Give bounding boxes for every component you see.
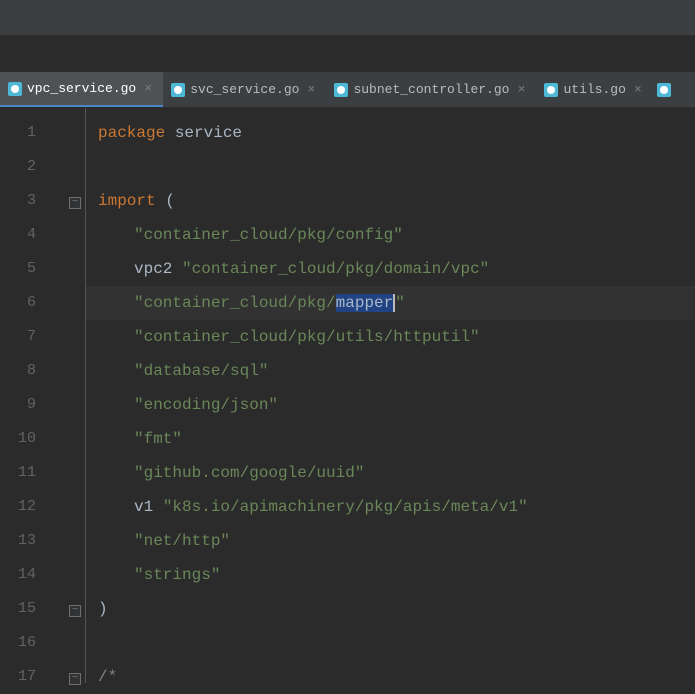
- code-line: ): [86, 592, 695, 626]
- line-number: 4: [0, 218, 50, 252]
- fold-gutter: − − −: [50, 108, 86, 683]
- tab-label: utils.go: [563, 82, 625, 97]
- line-number: 14: [0, 558, 50, 592]
- text-selection: mapper: [336, 294, 396, 312]
- tab-bar: vpc_service.go × svc_service.go × subnet…: [0, 72, 695, 108]
- line-number: 8: [0, 354, 50, 388]
- code-line: "container_cloud/pkg/config": [86, 218, 695, 252]
- tab-vpc-service[interactable]: vpc_service.go ×: [0, 72, 163, 107]
- line-number: 10: [0, 422, 50, 456]
- code-line: "container_cloud/pkg/utils/httputil": [86, 320, 695, 354]
- line-number: 12: [0, 490, 50, 524]
- fold-toggle-icon[interactable]: −: [69, 673, 81, 685]
- line-number: 6: [0, 286, 50, 320]
- line-number: 13: [0, 524, 50, 558]
- line-number: 17: [0, 660, 50, 694]
- go-file-icon: [8, 82, 22, 96]
- line-number: 7: [0, 320, 50, 354]
- code-line-current: "container_cloud/pkg/mapper": [86, 286, 695, 320]
- code-line: [86, 626, 695, 660]
- code-line: "strings": [86, 558, 695, 592]
- editor: 1234567891011121314151617 − − − package …: [0, 108, 695, 683]
- go-file-icon: [657, 83, 671, 97]
- tab-label: vpc_service.go: [27, 81, 136, 96]
- code-line: v1 "k8s.io/apimachinery/pkg/apis/meta/v1…: [86, 490, 695, 524]
- tab-label: svc_service.go: [190, 82, 299, 97]
- code-line: "net/http": [86, 524, 695, 558]
- code-line: [86, 150, 695, 184]
- code-line: "database/sql": [86, 354, 695, 388]
- toolbar-placeholder: [0, 0, 695, 36]
- line-number: 5: [0, 252, 50, 286]
- tab-overflow[interactable]: [653, 72, 675, 107]
- line-number: 9: [0, 388, 50, 422]
- code-line: /*: [86, 660, 695, 694]
- fold-toggle-icon[interactable]: −: [69, 605, 81, 617]
- line-number: 3: [0, 184, 50, 218]
- code-line: import (: [86, 184, 695, 218]
- code-area[interactable]: package service import ( "container_clou…: [86, 108, 695, 683]
- line-number: 16: [0, 626, 50, 660]
- code-line: "fmt": [86, 422, 695, 456]
- tab-utils[interactable]: utils.go ×: [536, 72, 652, 107]
- fold-toggle-icon[interactable]: −: [69, 197, 81, 209]
- code-line: package service: [86, 116, 695, 150]
- code-line: "github.com/google/uuid": [86, 456, 695, 490]
- line-number: 2: [0, 150, 50, 184]
- tab-subnet-controller[interactable]: subnet_controller.go ×: [326, 72, 536, 107]
- go-file-icon: [334, 83, 348, 97]
- close-icon[interactable]: ×: [304, 82, 318, 97]
- go-file-icon: [544, 83, 558, 97]
- line-number: 1: [0, 116, 50, 150]
- tab-label: subnet_controller.go: [353, 82, 509, 97]
- close-icon[interactable]: ×: [141, 81, 155, 96]
- line-number: 15: [0, 592, 50, 626]
- code-line: "encoding/json": [86, 388, 695, 422]
- close-icon[interactable]: ×: [514, 82, 528, 97]
- code-line: vpc2 "container_cloud/pkg/domain/vpc": [86, 252, 695, 286]
- go-file-icon: [171, 83, 185, 97]
- line-number-gutter: 1234567891011121314151617: [0, 108, 50, 683]
- close-icon[interactable]: ×: [631, 82, 645, 97]
- tab-svc-service[interactable]: svc_service.go ×: [163, 72, 326, 107]
- line-number: 11: [0, 456, 50, 490]
